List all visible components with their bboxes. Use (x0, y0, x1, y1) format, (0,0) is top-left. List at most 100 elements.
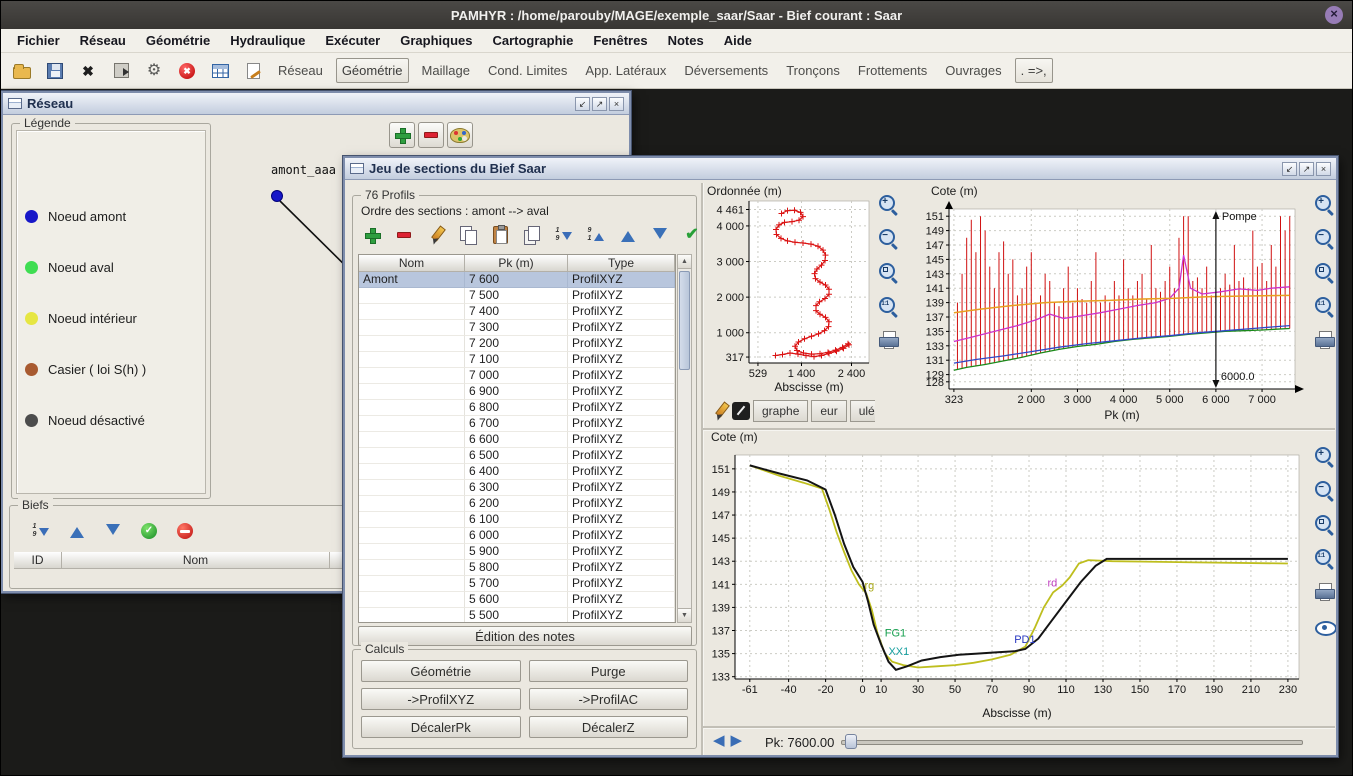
print-button[interactable] (1311, 327, 1337, 353)
zoom-sel-button[interactable] (1311, 259, 1337, 285)
close-button[interactable]: ✖ (75, 58, 101, 84)
network-add-button[interactable] (389, 122, 415, 148)
plot-tab-eur[interactable]: eur (811, 400, 846, 422)
profil-row[interactable]: 7 400ProfilXYZ (359, 304, 675, 320)
zoom-out-button[interactable]: − (875, 225, 901, 251)
zoom-in-button[interactable]: + (875, 191, 901, 217)
toolbar-reseau[interactable]: Réseau (273, 59, 328, 82)
calc-purge-button[interactable]: Purge (529, 660, 689, 682)
profil-row[interactable]: 6 500ProfilXYZ (359, 448, 675, 464)
pk-slider[interactable] (841, 734, 1303, 750)
zoom-sel-button[interactable] (1311, 511, 1337, 537)
menu-graphiques[interactable]: Graphiques (390, 31, 482, 50)
plan-plot[interactable]: 5291 4002 4004 4614 0003 0002 0001 00031… (705, 195, 875, 397)
sort-desc-button[interactable]: 19 (551, 222, 577, 248)
settings-button[interactable]: ⚙ (141, 58, 167, 84)
sort-button[interactable]: 19 (28, 518, 54, 544)
toolbar-ouvrages[interactable]: Ouvrages (940, 59, 1006, 82)
open-button[interactable] (9, 58, 35, 84)
profil-row[interactable]: 5 700ProfilXYZ (359, 576, 675, 592)
profil-row[interactable]: 7 500ProfilXYZ (359, 288, 675, 304)
zoom-out-button[interactable]: − (1311, 477, 1337, 503)
menu-geometrie[interactable]: Géométrie (136, 31, 220, 50)
profil-row[interactable]: 6 000ProfilXYZ (359, 528, 675, 544)
notes-button[interactable] (240, 58, 266, 84)
biefs-header-nom[interactable]: Nom (62, 552, 330, 569)
sections-minimize-button[interactable]: ↙ (1282, 162, 1297, 176)
menu-executer[interactable]: Exécuter (315, 31, 390, 50)
profil-row[interactable]: 6 600ProfilXYZ (359, 432, 675, 448)
splitter[interactable] (701, 183, 703, 755)
duplicate-button[interactable] (519, 222, 545, 248)
toolbar-frottements[interactable]: Frottements (853, 59, 932, 82)
profil-row[interactable]: 6 300ProfilXYZ (359, 480, 675, 496)
sort-asc-button[interactable]: 91 (583, 222, 609, 248)
toolbar-troncons[interactable]: Tronçons (781, 59, 845, 82)
menu-reseau[interactable]: Réseau (70, 31, 136, 50)
profil-row[interactable]: 5 800ProfilXYZ (359, 560, 675, 576)
app-titlebar[interactable]: PAMHYR : /home/parouby/MAGE/exemple_saar… (1, 1, 1352, 29)
toolbar-cond-limites[interactable]: Cond. Limites (483, 59, 572, 82)
menu-hydraulique[interactable]: Hydraulique (220, 31, 315, 50)
move-down-button[interactable] (647, 222, 673, 248)
move-up-button[interactable] (64, 518, 90, 544)
column-header-pk-m[interactable]: Pk (m) (465, 255, 568, 272)
profil-row[interactable]: 6 200ProfilXYZ (359, 496, 675, 512)
move-up-button[interactable] (615, 222, 641, 248)
biefs-header-id[interactable]: ID (14, 552, 62, 569)
reseau-titlebar[interactable]: Réseau ↙↗× (3, 93, 629, 115)
menu-fenetres[interactable]: Fenêtres (583, 31, 657, 50)
save-button[interactable] (42, 58, 68, 84)
zoom-in-button[interactable]: + (1311, 443, 1337, 469)
profil-row[interactable]: 6 700ProfilXYZ (359, 416, 675, 432)
slider-thumb[interactable] (845, 734, 857, 749)
profil-row[interactable]: 6 400ProfilXYZ (359, 464, 675, 480)
reseau-maximize-button[interactable]: ↗ (592, 97, 607, 111)
zoom-fit-button[interactable]: 1:1 (1311, 545, 1337, 571)
print-button[interactable] (1311, 579, 1337, 605)
quit-button[interactable]: ✖ (174, 58, 200, 84)
remove-button[interactable] (391, 222, 417, 248)
disable-button[interactable] (172, 518, 198, 544)
darkpen-button[interactable] (732, 398, 750, 424)
add-button[interactable] (359, 222, 385, 248)
app-close-button[interactable]: × (1325, 6, 1343, 24)
column-header-nom[interactable]: Nom (359, 255, 465, 272)
profil-row[interactable]: 7 200ProfilXYZ (359, 336, 675, 352)
plot-tab-ulees[interactable]: ulées (850, 400, 875, 422)
menu-cartographie[interactable]: Cartographie (482, 31, 583, 50)
toolbar-[interactable]: . =>, (1015, 58, 1053, 83)
toolbar-geometrie[interactable]: Géométrie (336, 58, 409, 83)
edit-button[interactable] (423, 222, 449, 248)
cross-plot[interactable]: -61-40-200103050709011013015017019021023… (709, 443, 1309, 723)
profil-row[interactable]: 7 100ProfilXYZ (359, 352, 675, 368)
profil-row[interactable]: 5 900ProfilXYZ (359, 544, 675, 560)
profil-row[interactable]: 6 900ProfilXYZ (359, 384, 675, 400)
sections-maximize-button[interactable]: ↗ (1299, 162, 1314, 176)
enable-button[interactable]: ✓ (136, 518, 162, 544)
menu-notes[interactable]: Notes (658, 31, 714, 50)
reseau-minimize-button[interactable]: ↙ (575, 97, 590, 111)
toolbar-maillage[interactable]: Maillage (417, 59, 475, 82)
table-button[interactable] (207, 58, 233, 84)
plot-tab-graphe[interactable]: graphe (753, 400, 808, 422)
upstream-node[interactable] (272, 191, 283, 202)
profil-row[interactable]: 6 800ProfilXYZ (359, 400, 675, 416)
zoom-fit-button[interactable]: 1:1 (875, 293, 901, 319)
calc-profilac-button[interactable]: ->ProfilAC (529, 688, 689, 710)
calc-decalerpk-button[interactable]: DécalerPk (361, 716, 521, 738)
scroll-up-icon[interactable]: ▲ (678, 255, 691, 269)
scroll-down-icon[interactable]: ▼ (678, 608, 691, 622)
sections-close-button[interactable]: × (1316, 162, 1331, 176)
previous-section-button[interactable]: ◀ (713, 732, 725, 750)
calc-decalerz-button[interactable]: DécalerZ (529, 716, 689, 738)
profil-row[interactable]: Amont7 600ProfilXYZ (359, 272, 675, 288)
zoom-sel-button[interactable] (875, 259, 901, 285)
profils-scrollbar[interactable]: ▲ ▼ (677, 254, 692, 623)
sections-titlebar[interactable]: Jeu de sections du Bief Saar ↙↗× (345, 158, 1336, 180)
profil-row[interactable]: 5 600ProfilXYZ (359, 592, 675, 608)
copy-button[interactable] (455, 222, 481, 248)
next-section-button[interactable]: ▶ (731, 732, 743, 750)
zoom-in-button[interactable]: + (1311, 191, 1337, 217)
profil-row[interactable]: 6 100ProfilXYZ (359, 512, 675, 528)
